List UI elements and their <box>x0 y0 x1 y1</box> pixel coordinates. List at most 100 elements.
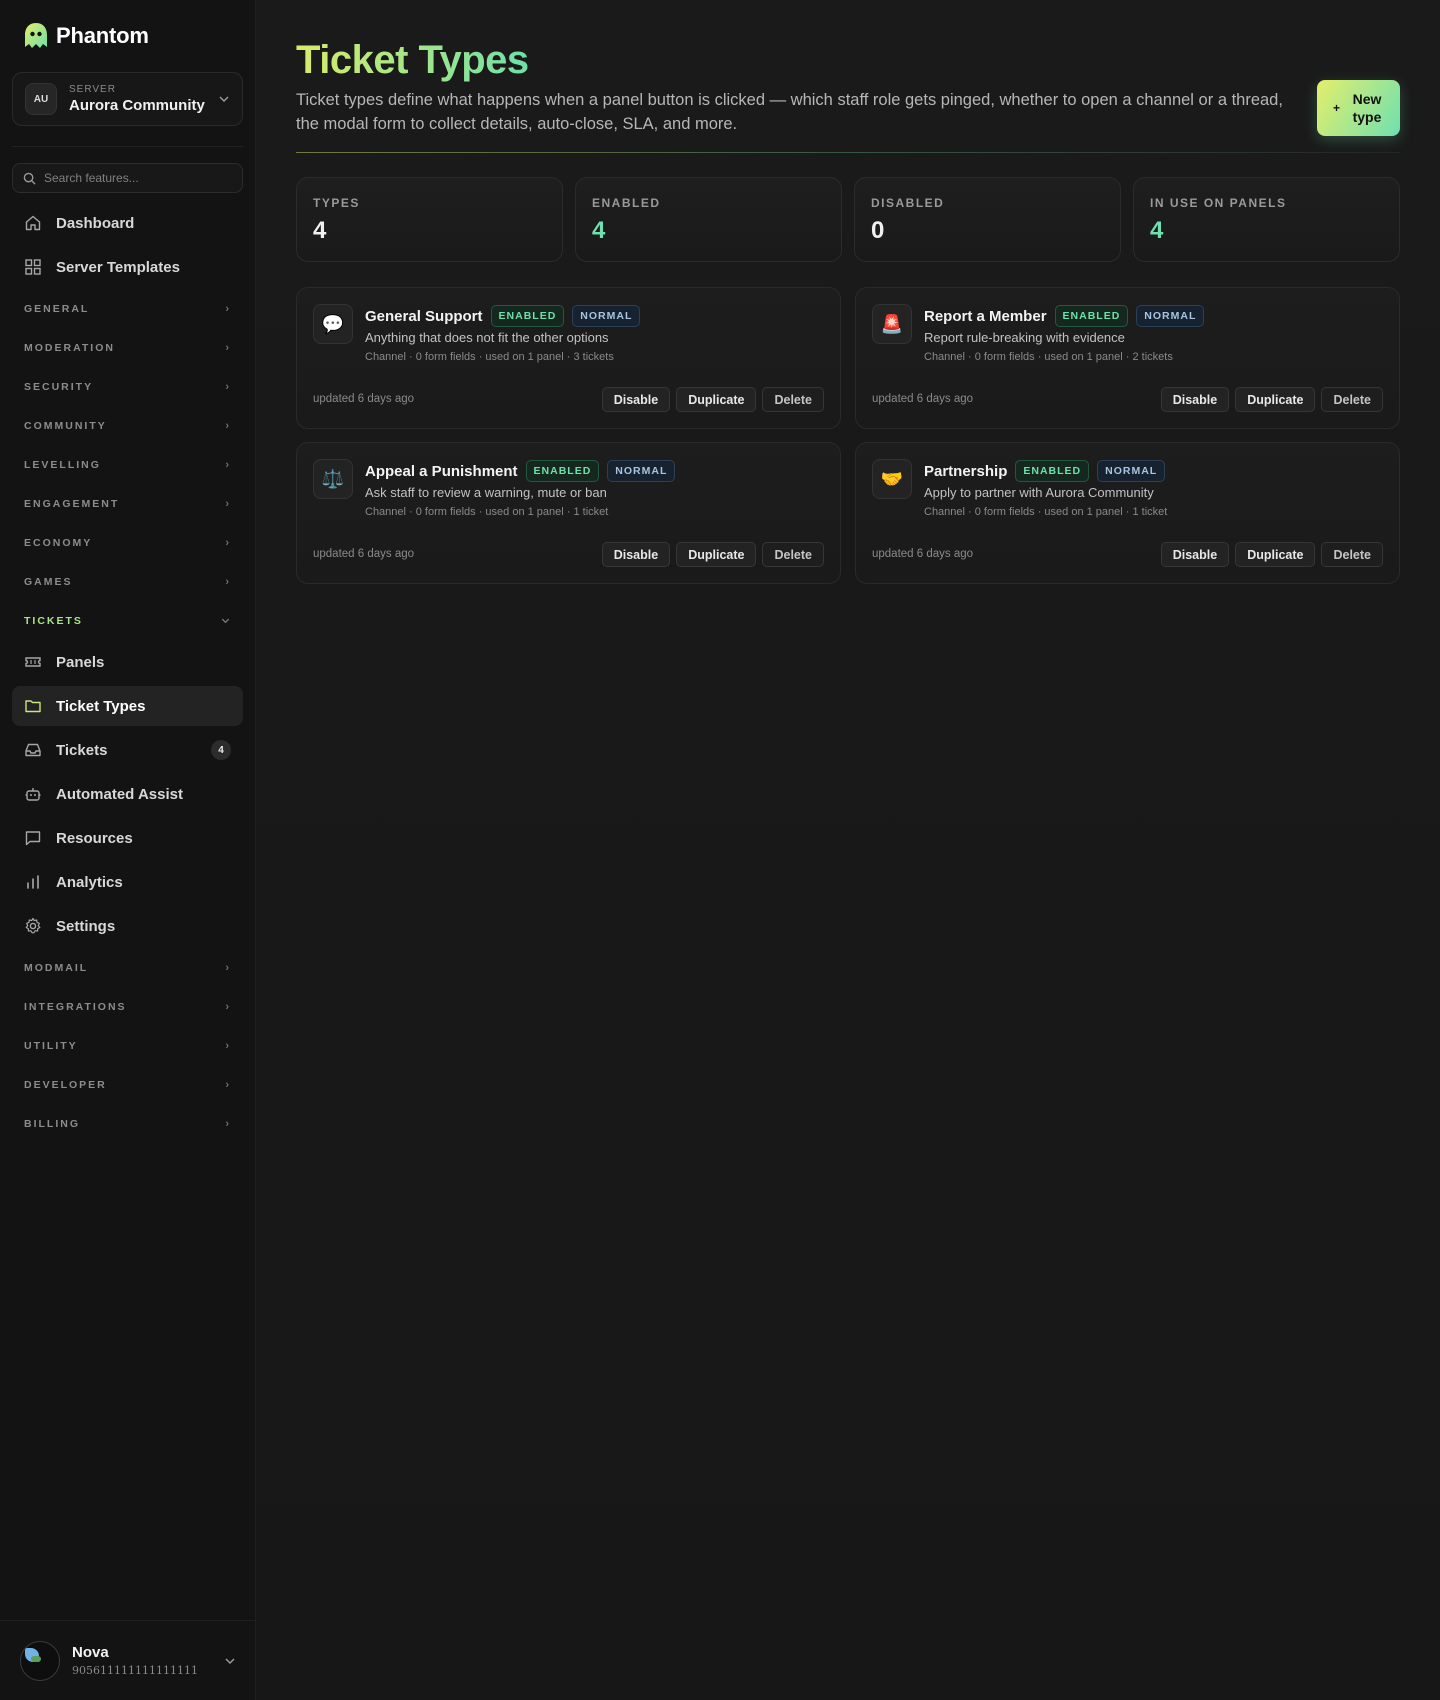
disable-button[interactable]: Disable <box>601 387 671 412</box>
delete-button[interactable]: Delete <box>1321 387 1383 412</box>
duplicate-button[interactable]: Duplicate <box>1235 542 1316 567</box>
section-label: LEVELLING <box>24 458 101 471</box>
plus-icon: + <box>1332 101 1340 115</box>
sidebar-section-utility[interactable]: UTILITY › <box>12 1028 243 1063</box>
chevron-down-icon <box>225 1657 235 1664</box>
sidebar-item-ticket-types[interactable]: Ticket Types <box>12 686 243 726</box>
robot-icon <box>24 785 42 803</box>
ticket-type-card[interactable]: 💬 General Support ENABLED NORMAL Anythin… <box>296 287 841 429</box>
sidebar-section-modmail[interactable]: MODMAIL › <box>12 950 243 985</box>
chevron-right-icon: › <box>225 497 231 510</box>
status-badge: ENABLED <box>490 305 565 327</box>
server-selector[interactable]: AU SERVER Aurora Community <box>12 72 243 126</box>
sidebar-section-moderation[interactable]: MODERATION › <box>12 330 243 365</box>
ticket-type-title: Partnership <box>924 462 1008 480</box>
avatar <box>20 1640 60 1681</box>
sidebar-item-server-templates[interactable]: Server Templates <box>12 247 243 287</box>
main-content: Ticket Types Ticket types define what ha… <box>256 0 1440 1700</box>
duplicate-button[interactable]: Duplicate <box>1235 387 1316 412</box>
ticket-type-card[interactable]: 🚨 Report a Member ENABLED NORMAL Report … <box>855 287 1400 429</box>
sidebar-section-economy[interactable]: ECONOMY › <box>12 525 243 560</box>
duplicate-button[interactable]: Duplicate <box>676 387 757 412</box>
delete-button[interactable]: Delete <box>1321 542 1383 567</box>
ticket-type-title: Report a Member <box>924 307 1047 325</box>
chevron-right-icon: › <box>225 1117 231 1130</box>
section-label: ENGAGEMENT <box>24 497 120 510</box>
page-description: Ticket types define what happens when a … <box>296 91 1283 133</box>
section-label: TICKETS <box>24 614 83 627</box>
chevron-down-icon <box>221 618 230 624</box>
chevron-right-icon: › <box>225 1000 231 1013</box>
sidebar-item-panels[interactable]: Panels <box>12 642 243 682</box>
updated-timestamp: updated 6 days ago <box>872 393 974 405</box>
sidebar-item-label: Analytics <box>56 873 123 891</box>
sidebar-item-resources[interactable]: Resources <box>12 818 243 858</box>
delete-button[interactable]: Delete <box>762 387 824 412</box>
sidebar-section-billing[interactable]: BILLING › <box>12 1106 243 1141</box>
feature-search[interactable] <box>12 163 243 193</box>
stat-card-in-use: IN USE ON PANELS 4 <box>1133 177 1400 262</box>
sidebar-item-label: Server Templates <box>56 258 180 276</box>
sidebar-section-integrations[interactable]: INTEGRATIONS › <box>12 989 243 1024</box>
stats-row: TYPES 4 ENABLED 4 DISABLED 0 IN USE ON P… <box>296 177 1400 262</box>
message-icon <box>24 829 42 847</box>
sidebar-section-security[interactable]: SECURITY › <box>12 369 243 404</box>
priority-badge: NORMAL <box>1097 460 1166 482</box>
chevron-right-icon: › <box>225 419 231 432</box>
server-label: SERVER <box>69 84 116 95</box>
page-title: Ticket Types <box>296 38 529 82</box>
brand[interactable]: Phantom <box>22 20 149 52</box>
new-type-button[interactable]: + New type <box>1317 80 1400 136</box>
chevron-right-icon: › <box>225 341 231 354</box>
user-id: 905611111111111111 <box>72 1664 198 1677</box>
inbox-icon <box>24 741 42 759</box>
sidebar-section-engagement[interactable]: ENGAGEMENT › <box>12 486 243 521</box>
sidebar-item-dashboard[interactable]: Dashboard <box>12 203 243 243</box>
stat-value: 4 <box>592 217 606 244</box>
ticket-type-title: General Support <box>365 307 483 325</box>
ticket-type-card[interactable]: ⚖️ Appeal a Punishment ENABLED NORMAL As… <box>296 442 841 584</box>
brand-name: Phantom <box>56 23 149 48</box>
search-icon <box>23 172 36 185</box>
stat-label: TYPES <box>313 196 360 210</box>
priority-badge: NORMAL <box>572 305 641 327</box>
user-card[interactable]: Nova 905611111111111111 <box>0 1620 256 1700</box>
sidebar-section-developer[interactable]: DEVELOPER › <box>12 1067 243 1102</box>
section-label: ECONOMY <box>24 536 93 549</box>
server-name: Aurora Community <box>69 97 205 114</box>
section-label: GAMES <box>24 575 73 588</box>
sidebar-item-label: Automated Assist <box>56 785 183 803</box>
sidebar: Phantom AU SERVER Aurora Community Dashb… <box>0 0 256 1700</box>
user-name: Nova <box>72 1644 109 1661</box>
disable-button[interactable]: Disable <box>1160 387 1230 412</box>
updated-timestamp: updated 6 days ago <box>313 548 415 560</box>
sidebar-item-tickets[interactable]: Tickets 4 <box>12 730 243 770</box>
ticket-type-meta: Channel · 0 form fields · used on 1 pane… <box>365 506 609 518</box>
delete-button[interactable]: Delete <box>762 542 824 567</box>
sidebar-item-analytics[interactable]: Analytics <box>12 862 243 902</box>
priority-badge: NORMAL <box>607 460 676 482</box>
grid-icon <box>24 258 42 276</box>
sidebar-nav: Dashboard Server Templates GENERAL › MODE… <box>12 203 243 1145</box>
priority-badge: NORMAL <box>1136 305 1205 327</box>
sidebar-section-community[interactable]: COMMUNITY › <box>12 408 243 443</box>
disable-button[interactable]: Disable <box>601 542 671 567</box>
disable-button[interactable]: Disable <box>1160 542 1230 567</box>
stat-value: 4 <box>313 217 327 244</box>
chevron-right-icon: › <box>225 302 231 315</box>
ticket-type-description: Ask staff to review a warning, mute or b… <box>365 485 607 500</box>
search-input[interactable] <box>44 171 232 185</box>
sidebar-item-label: Tickets <box>56 741 108 759</box>
sidebar-item-automated-assist[interactable]: Automated Assist <box>12 774 243 814</box>
ticket-type-card[interactable]: 🤝 Partnership ENABLED NORMAL Apply to pa… <box>855 442 1400 584</box>
section-label: UTILITY <box>24 1039 78 1052</box>
sidebar-section-games[interactable]: GAMES › <box>12 564 243 599</box>
sidebar-section-tickets[interactable]: TICKETS <box>12 603 243 638</box>
duplicate-button[interactable]: Duplicate <box>676 542 757 567</box>
sidebar-item-settings[interactable]: Settings <box>12 906 243 946</box>
chevron-down-icon <box>219 96 229 103</box>
sidebar-section-general[interactable]: GENERAL › <box>12 291 243 326</box>
sidebar-section-levelling[interactable]: LEVELLING › <box>12 447 243 482</box>
ticket-icon <box>24 653 42 671</box>
stat-value: 0 <box>871 217 885 244</box>
